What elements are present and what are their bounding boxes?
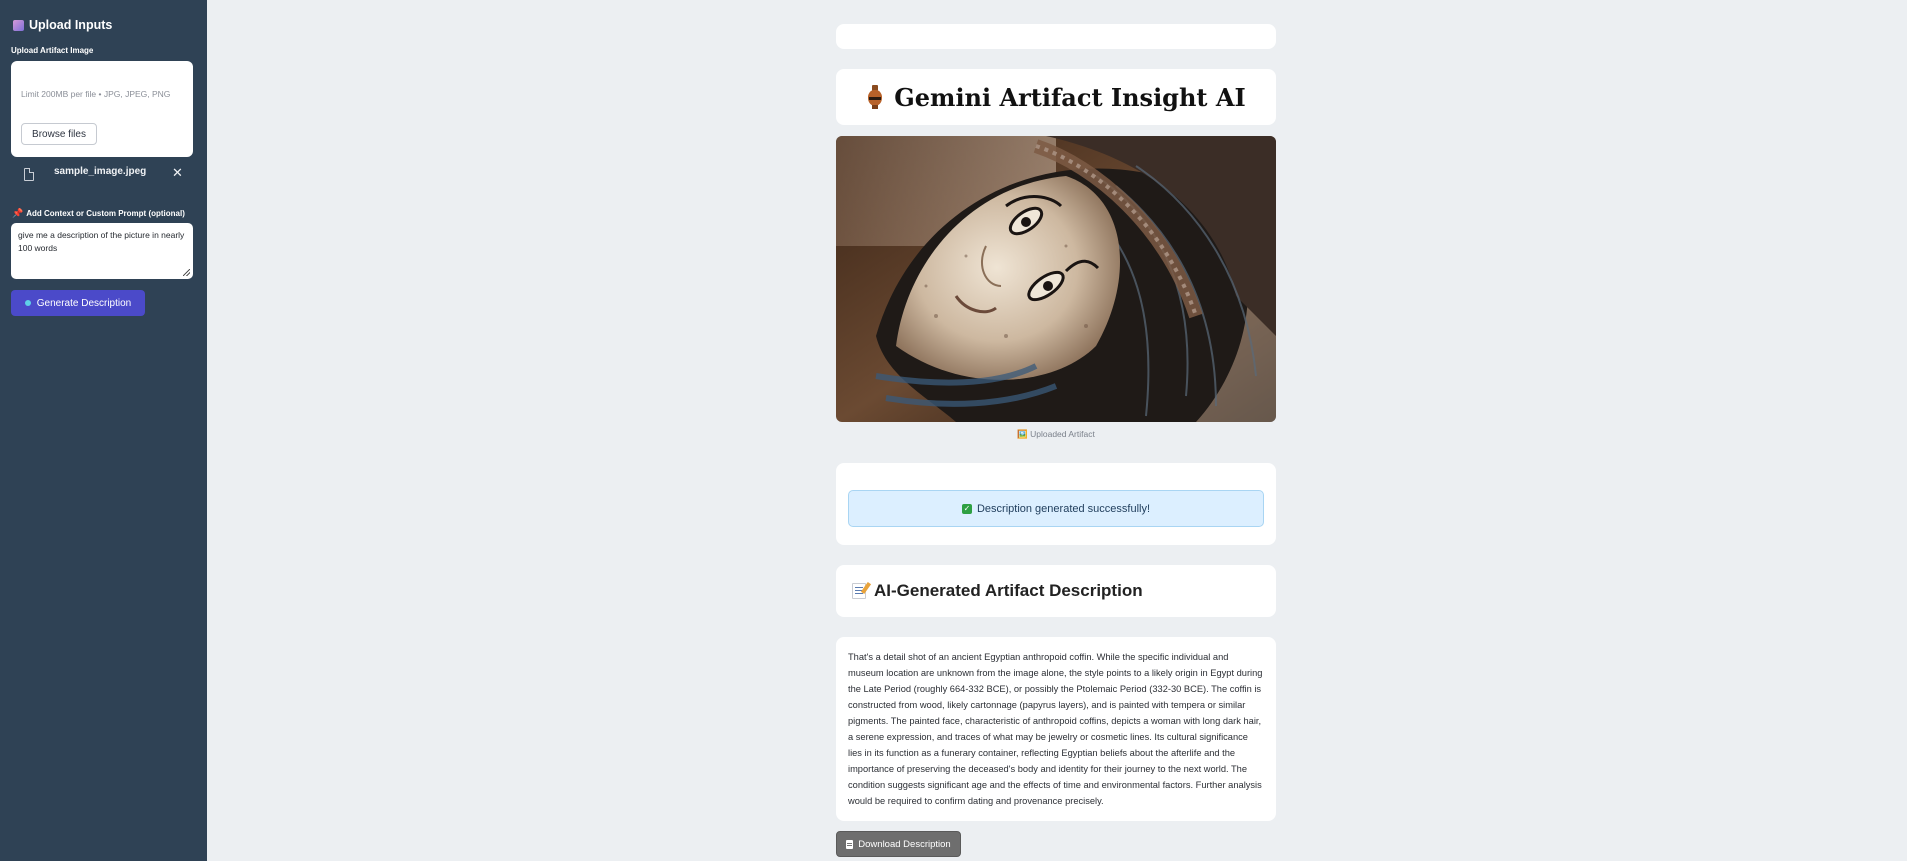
sidebar: Upload Inputs Upload Artifact Image Limi…: [0, 0, 207, 861]
close-icon[interactable]: ✕: [172, 165, 183, 181]
document-icon: [846, 839, 854, 849]
page-title-text: Gemini Artifact Insight AI: [894, 82, 1246, 112]
download-button-label: Download Description: [858, 838, 951, 850]
sparkle-icon: [24, 300, 31, 306]
check-icon: ✓: [961, 503, 972, 514]
sidebar-title-text: Upload Inputs: [29, 18, 113, 32]
description-heading: AI-Generated Artifact Description: [874, 581, 1143, 600]
prompt-label: 📌 Add Context or Custom Prompt (optional…: [12, 208, 185, 219]
image-caption-text: Uploaded Artifact: [1030, 429, 1095, 439]
description-text: That's a detail shot of an ancient Egypt…: [848, 652, 1263, 806]
generate-description-button[interactable]: Generate Description: [11, 290, 145, 316]
resize-handle-icon[interactable]: [183, 269, 190, 276]
image-caption: 🖼️ Uploaded Artifact: [836, 429, 1276, 440]
uploaded-artifact-image: [836, 136, 1276, 422]
pin-icon: 📌: [12, 208, 24, 218]
success-alert: ✓ Description generated successfully!: [848, 490, 1264, 527]
browse-files-button[interactable]: Browse files: [21, 123, 97, 145]
generate-button-label: Generate Description: [36, 297, 132, 309]
download-description-button[interactable]: Download Description: [836, 831, 961, 857]
description-heading-card: AI-Generated Artifact Description: [836, 565, 1276, 617]
file-icon: [24, 168, 34, 181]
top-empty-card: [836, 24, 1276, 49]
upload-limit-text: Limit 200MB per file • JPG, JPEG, PNG: [21, 89, 171, 99]
upload-label: Upload Artifact Image: [11, 46, 94, 55]
memo-icon: [852, 583, 866, 599]
prompt-label-text: Add Context or Custom Prompt (optional): [26, 209, 185, 218]
page-title: Gemini Artifact Insight AI: [836, 69, 1276, 125]
success-card: ✓ Description generated successfully!: [836, 463, 1276, 545]
prompt-textarea[interactable]: give me a description of the picture in …: [11, 223, 193, 279]
file-dropzone[interactable]: Limit 200MB per file • JPG, JPEG, PNG Br…: [11, 61, 193, 157]
sidebar-title: Upload Inputs: [13, 18, 112, 32]
success-message: Description generated successfully!: [976, 502, 1151, 515]
description-text-card: That's a detail shot of an ancient Egypt…: [836, 637, 1276, 821]
amphora-icon: [866, 85, 884, 109]
uploaded-file-name: sample_image.jpeg: [54, 166, 147, 177]
upload-icon: [13, 19, 24, 31]
uploaded-file-row: sample_image.jpeg ✕: [24, 165, 189, 188]
image-caption-icon: 🖼️: [1017, 429, 1028, 439]
prompt-textarea-value: give me a description of the picture in …: [18, 230, 185, 253]
